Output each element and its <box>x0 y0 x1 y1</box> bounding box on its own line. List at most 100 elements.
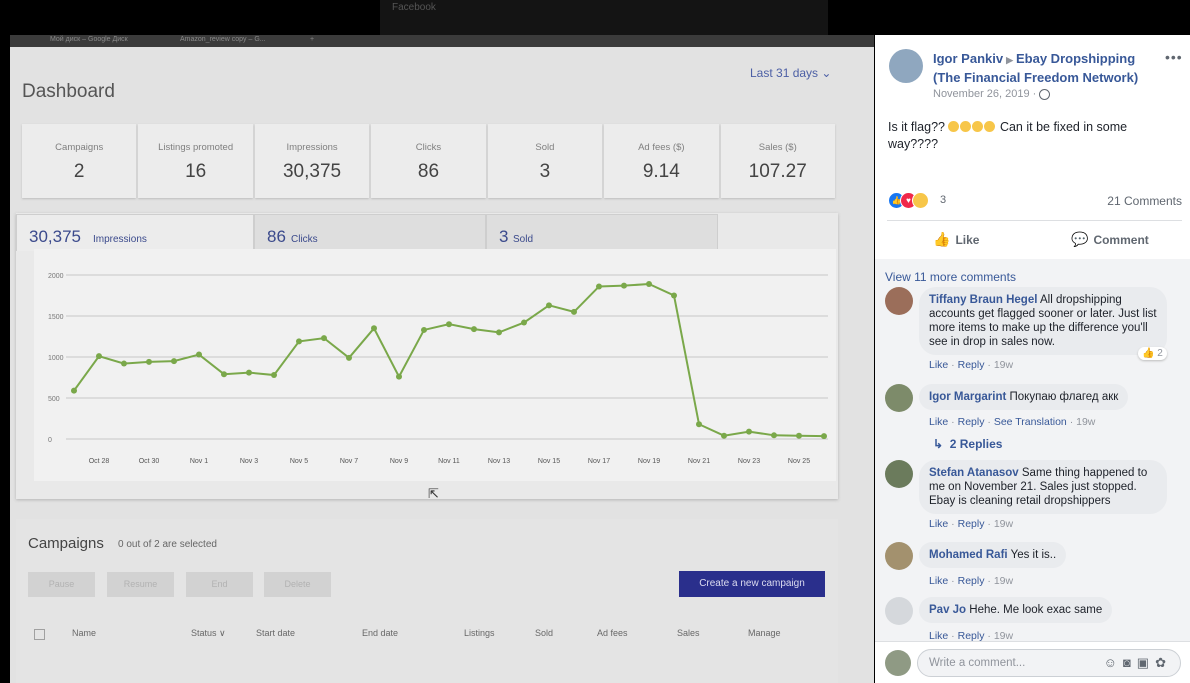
col-listings[interactable]: Listings <box>464 628 495 638</box>
comment-input[interactable]: Write a comment... ☺◙▣✿ <box>917 649 1181 677</box>
data-point[interactable] <box>446 321 452 328</box>
data-point[interactable] <box>221 371 227 378</box>
data-point[interactable] <box>696 421 702 428</box>
data-point[interactable] <box>796 432 802 439</box>
col-end-date[interactable]: End date <box>362 628 398 638</box>
data-point[interactable] <box>471 326 477 333</box>
data-point[interactable] <box>171 358 177 365</box>
emoji-picker-icon[interactable]: ☺ <box>1104 655 1123 670</box>
commenter-avatar[interactable] <box>885 384 913 412</box>
comment-like-link[interactable]: Like <box>929 518 948 530</box>
col-name[interactable]: Name <box>72 628 96 638</box>
col-ad-fees[interactable]: Ad fees <box>597 628 628 638</box>
like-button[interactable]: 👍 Like <box>933 231 979 248</box>
data-point[interactable] <box>421 326 427 333</box>
more-options-icon[interactable]: ••• <box>1165 49 1183 65</box>
data-point[interactable] <box>621 282 627 289</box>
comment-icon: 💬 <box>1071 231 1089 247</box>
post-date[interactable]: November 26, 2019 · <box>933 88 1051 100</box>
author-avatar[interactable] <box>889 49 923 83</box>
author-name[interactable]: Igor Pankiv <box>933 51 1003 66</box>
col-manage[interactable]: Manage <box>748 628 781 638</box>
data-point[interactable] <box>746 428 752 435</box>
post-author[interactable]: Igor Pankiv ▶ Ebay Dropshipping (The Finan… <box>933 50 1163 86</box>
comment-bubble: Stefan Atanasov Same thing happened to m… <box>919 460 1167 514</box>
comment-item: Pav Jo Hehe. Me look exac same Like · Re… <box>885 597 1185 642</box>
create-campaign-button[interactable]: Create a new campaign <box>679 571 825 597</box>
data-point[interactable] <box>246 369 252 376</box>
comments-count[interactable]: 21 Comments <box>1107 194 1182 208</box>
data-point[interactable] <box>321 335 327 342</box>
browser-tab: Amazon_review copy – G... <box>180 36 266 43</box>
data-point[interactable] <box>196 351 202 358</box>
commenter-avatar[interactable] <box>885 597 913 625</box>
tab-sold[interactable]: 3 Sold <box>486 214 718 252</box>
camera-icon[interactable]: ◙ <box>1123 655 1137 670</box>
comment-reply-link[interactable]: Reply <box>958 416 985 428</box>
data-point[interactable] <box>96 353 102 360</box>
composer-icons[interactable]: ☺◙▣✿ <box>1104 655 1172 671</box>
see-translation-link[interactable]: See Translation <box>994 416 1067 428</box>
data-point[interactable] <box>271 372 277 379</box>
top-bar-text: Facebook <box>392 2 436 13</box>
data-point[interactable] <box>771 432 777 439</box>
view-replies-link[interactable]: ↳ 2 Replies <box>933 437 1002 451</box>
stat-impressions: Impressions 30,375 <box>254 124 370 198</box>
data-point[interactable] <box>496 329 502 336</box>
sticker-icon[interactable]: ✿ <box>1155 655 1172 670</box>
gif-icon[interactable]: ▣ <box>1137 655 1155 670</box>
col-sales[interactable]: Sales <box>677 628 700 638</box>
view-more-comments-link[interactable]: View 11 more comments <box>885 270 1016 284</box>
stat-ad-fees: Ad fees ($) 9.14 <box>604 124 719 198</box>
commenter-avatar[interactable] <box>885 287 913 315</box>
comment-reaction-badge[interactable]: 👍 2 <box>1138 347 1167 360</box>
data-point[interactable] <box>121 360 127 367</box>
campaigns-title: Campaigns <box>28 535 104 552</box>
data-point[interactable] <box>721 432 727 439</box>
comment-like-link[interactable]: Like <box>929 416 948 428</box>
data-point[interactable] <box>396 373 402 380</box>
write-comment-bar: Write a comment... ☺◙▣✿ <box>875 641 1190 683</box>
comment-reply-link[interactable]: Reply <box>958 359 985 371</box>
comment-meta: Like · Reply · 19w <box>929 575 1014 587</box>
data-point[interactable] <box>71 387 77 394</box>
data-point[interactable] <box>596 283 602 290</box>
comment-meta: Like · Reply · 19w <box>929 359 1014 371</box>
x-tick-label: Nov 13 <box>488 458 510 465</box>
comment-bubble: Pav Jo Hehe. Me look exac same <box>919 597 1113 623</box>
x-tick-label: Nov 15 <box>538 458 560 465</box>
data-point[interactable] <box>571 308 577 315</box>
comment-reply-link[interactable]: Reply <box>958 575 985 587</box>
new-tab-icon: + <box>310 36 315 43</box>
chevron-down-icon: ⌄ <box>821 66 832 80</box>
data-point[interactable] <box>821 433 827 440</box>
data-point[interactable] <box>521 319 527 326</box>
data-point[interactable] <box>371 325 377 332</box>
select-all-checkbox[interactable] <box>34 629 45 640</box>
x-tick-label: Nov 1 <box>190 458 208 465</box>
col-sold[interactable]: Sold <box>535 628 553 638</box>
resume-button[interactable]: Resume <box>107 572 174 597</box>
comment-button[interactable]: 💬 Comment <box>1071 231 1149 248</box>
commenter-avatar[interactable] <box>885 460 913 488</box>
data-point[interactable] <box>646 281 652 288</box>
data-point[interactable] <box>146 358 152 365</box>
end-button[interactable]: End <box>186 572 253 597</box>
photo-screen[interactable]: Мой диск – Google Диск Amazon_review cop… <box>10 35 874 683</box>
comment-reply-link[interactable]: Reply <box>958 518 985 530</box>
tab-impressions[interactable]: 30,375 Impressions <box>16 214 254 251</box>
col-status[interactable]: Status ∨ <box>191 628 226 639</box>
comment-like-link[interactable]: Like <box>929 575 948 587</box>
data-point[interactable] <box>296 338 302 345</box>
comment-like-link[interactable]: Like <box>929 359 948 371</box>
commenter-avatar[interactable] <box>885 542 913 570</box>
mouse-cursor-icon: ⇱ <box>428 486 439 501</box>
data-point[interactable] <box>546 302 552 309</box>
data-point[interactable] <box>346 354 352 361</box>
series-line <box>73 283 825 438</box>
delete-button[interactable]: Delete <box>264 572 331 597</box>
tab-clicks[interactable]: 86 Clicks <box>254 214 486 252</box>
data-point[interactable] <box>671 292 677 299</box>
pause-button[interactable]: Pause <box>28 572 95 597</box>
col-start-date[interactable]: Start date <box>256 628 295 638</box>
